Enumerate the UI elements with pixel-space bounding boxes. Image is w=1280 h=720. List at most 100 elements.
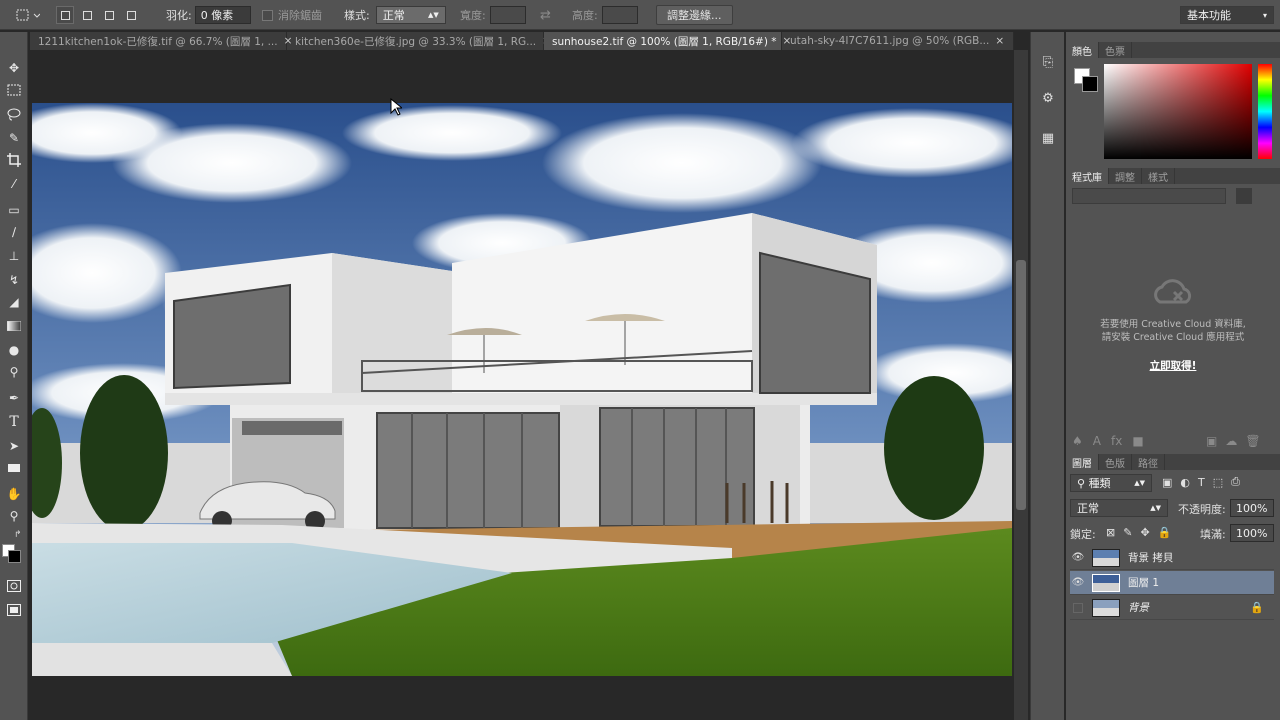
- fill-input[interactable]: 100%: [1230, 524, 1274, 542]
- swap-colors-icon[interactable]: ↱: [14, 530, 22, 540]
- lasso-tool-icon[interactable]: [4, 104, 24, 124]
- stock-icon[interactable]: ▣: [1206, 434, 1217, 448]
- gradient-tool-icon[interactable]: [4, 316, 24, 336]
- workspace-select[interactable]: 基本功能 ▾: [1180, 6, 1274, 24]
- pixel-filter-icon[interactable]: ▣: [1162, 476, 1172, 489]
- type-filter-icon[interactable]: T: [1198, 476, 1205, 489]
- get-it-now-link[interactable]: 立即取得!: [1066, 358, 1280, 373]
- subtract-selection-button[interactable]: [100, 6, 118, 24]
- add-fx-icon[interactable]: fx: [1111, 434, 1122, 448]
- tab-color[interactable]: 顏色: [1066, 42, 1099, 58]
- history-brush-tool-icon[interactable]: ↯: [4, 270, 24, 290]
- layer-row[interactable]: 👁 圖層 1: [1070, 571, 1274, 595]
- layer-name: 背景: [1128, 602, 1149, 614]
- blend-mode-select[interactable]: 正常 ▲▼: [1070, 499, 1168, 517]
- marquee-preset-picker[interactable]: [14, 0, 40, 30]
- blur-tool-icon[interactable]: ●: [4, 340, 24, 360]
- select-arrows-icon: ▲▼: [1150, 504, 1161, 512]
- tab-sunhouse2[interactable]: sunhouse2.tif @ 100% (圖層 1, RGB/16#) * ×: [544, 32, 791, 50]
- library-message-line1: 若要使用 Creative Cloud 資料庫,: [1100, 319, 1246, 330]
- pen-tool-icon[interactable]: ✒: [4, 388, 24, 408]
- color-swatches[interactable]: ↱: [0, 528, 28, 568]
- height-input[interactable]: [601, 6, 638, 24]
- hue-slider[interactable]: [1258, 64, 1272, 159]
- move-tool-icon[interactable]: ✥: [4, 58, 24, 78]
- opacity-input[interactable]: 100%: [1230, 499, 1274, 517]
- scrollbar-thumb[interactable]: [1016, 260, 1026, 510]
- eye-icon[interactable]: 👁: [1070, 575, 1086, 591]
- tab-kitchen360e[interactable]: kitchen360e-已修復.jpg @ 33.3% (圖層 1, RG...…: [287, 32, 551, 50]
- shape-filter-icon[interactable]: ⬚: [1213, 476, 1223, 489]
- type-tool-icon[interactable]: T: [4, 412, 24, 432]
- antialias-checkbox[interactable]: [262, 9, 273, 21]
- new-selection-button[interactable]: [56, 6, 74, 24]
- add-graphic-icon[interactable]: ♠: [1072, 434, 1083, 448]
- lock-all-icon[interactable]: 🔒: [1158, 526, 1172, 539]
- rectangle-tool-icon[interactable]: [4, 458, 24, 478]
- adjustment-filter-icon[interactable]: ◐: [1180, 476, 1190, 489]
- feather-input[interactable]: 0 像素: [194, 6, 251, 24]
- background-color[interactable]: [8, 550, 21, 563]
- visibility-off-icon[interactable]: [1070, 600, 1086, 616]
- hand-tool-icon[interactable]: ✋: [4, 484, 24, 504]
- search-icon: ⚲: [1077, 477, 1086, 490]
- character-panel-icon[interactable]: ▦: [1038, 128, 1058, 148]
- crop-tool-icon[interactable]: [4, 150, 24, 170]
- rect-marquee-tool-icon[interactable]: [4, 80, 24, 100]
- close-icon[interactable]: ×: [995, 35, 1004, 47]
- tab-utah-sky[interactable]: utah-sky-4I7C7611.jpg @ 50% (RGB... ×: [782, 32, 1014, 50]
- tab-layers[interactable]: 圖層: [1066, 454, 1099, 470]
- tab-channels[interactable]: 色版: [1099, 454, 1132, 470]
- eyedropper-tool-icon[interactable]: ⁄: [4, 174, 24, 194]
- healing-brush-tool-icon[interactable]: ▭: [4, 200, 24, 220]
- lock-icon: 🔒: [1250, 601, 1264, 614]
- lock-position-icon[interactable]: ✥: [1140, 526, 1149, 539]
- sync-icon[interactable]: ☁: [1225, 434, 1237, 448]
- tab-adjustments[interactable]: 調整: [1109, 168, 1142, 184]
- library-footer: ♠ Afx ■: [1072, 434, 1144, 448]
- document-canvas[interactable]: [32, 103, 1012, 676]
- layer-kind-filter[interactable]: ⚲ 種類 ▲▼: [1070, 474, 1152, 492]
- workspace-value: 基本功能: [1187, 9, 1231, 22]
- intersect-selection-button[interactable]: [122, 6, 140, 24]
- style-label: 樣式:: [344, 9, 370, 22]
- library-select[interactable]: [1072, 188, 1226, 204]
- properties-panel-icon[interactable]: ⚙: [1038, 88, 1058, 108]
- tools-panel: ✥ ✎ ⁄ ▭ ∕ ⊥ ↯ ◢ ● ⚲ ✒ T ➤ ✋ ⚲ ↱: [0, 32, 28, 720]
- width-input[interactable]: [489, 6, 526, 24]
- screen-mode-icon[interactable]: [4, 600, 24, 620]
- dodge-tool-icon[interactable]: ⚲: [4, 362, 24, 382]
- color-field[interactable]: [1104, 64, 1252, 159]
- vertical-scrollbar[interactable]: [1014, 50, 1028, 720]
- trash-icon[interactable]: 🗑: [1245, 434, 1260, 448]
- quick-select-tool-icon[interactable]: ✎: [4, 128, 24, 148]
- tab-styles[interactable]: 樣式: [1142, 168, 1175, 184]
- refine-edge-button[interactable]: 調整邊緣...: [656, 5, 733, 25]
- eye-icon[interactable]: 👁: [1070, 550, 1086, 566]
- layer-row[interactable]: 👁 背景 拷貝: [1070, 546, 1274, 570]
- lock-transparency-icon[interactable]: ⊠: [1106, 526, 1115, 539]
- path-select-tool-icon[interactable]: ➤: [4, 436, 24, 456]
- add-text-icon[interactable]: A: [1093, 434, 1101, 448]
- clone-stamp-tool-icon[interactable]: ⊥: [4, 246, 24, 266]
- grid-view-icon[interactable]: [1236, 188, 1252, 204]
- smart-object-filter-icon[interactable]: ⎙: [1231, 475, 1240, 489]
- swap-dimensions-icon[interactable]: ⇄: [540, 0, 551, 30]
- quick-mask-icon[interactable]: [4, 576, 24, 596]
- color-panel-background[interactable]: [1082, 76, 1098, 92]
- list-view-icon[interactable]: [1258, 188, 1274, 204]
- tab-libraries[interactable]: 程式庫: [1066, 168, 1109, 184]
- add-to-selection-button[interactable]: [78, 6, 96, 24]
- lock-pixels-icon[interactable]: ✎: [1123, 526, 1132, 539]
- canvas-area[interactable]: [30, 50, 1014, 720]
- add-color-icon[interactable]: ■: [1132, 434, 1143, 448]
- history-panel-icon[interactable]: ⎘: [1038, 52, 1058, 72]
- tab-swatches[interactable]: 色票: [1099, 42, 1132, 58]
- zoom-tool-icon[interactable]: ⚲: [4, 506, 24, 526]
- tab-paths[interactable]: 路徑: [1132, 454, 1165, 470]
- tab-kitchen1ok[interactable]: 1211kitchen1ok-已修復.tif @ 66.7% (圖層 1, ..…: [30, 32, 292, 50]
- brush-tool-icon[interactable]: ∕: [4, 222, 24, 242]
- layer-row[interactable]: 背景 🔒: [1070, 596, 1274, 620]
- eraser-tool-icon[interactable]: ◢: [4, 292, 24, 312]
- style-select[interactable]: 正常 ▲▼: [375, 6, 446, 24]
